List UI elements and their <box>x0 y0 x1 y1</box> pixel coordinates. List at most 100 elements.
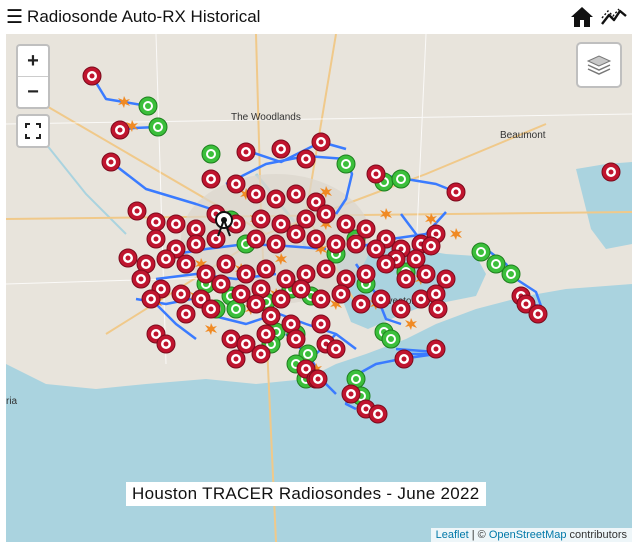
attribution-suffix: contributors <box>566 529 627 541</box>
launch-marker[interactable] <box>601 162 621 182</box>
launch-marker[interactable] <box>286 224 306 244</box>
launch-marker[interactable] <box>226 349 246 369</box>
launch-marker[interactable] <box>216 254 236 274</box>
launch-marker[interactable] <box>371 289 391 309</box>
launch-marker[interactable] <box>286 184 306 204</box>
launch-marker[interactable] <box>246 229 266 249</box>
osm-link[interactable]: OpenStreetMap <box>489 529 567 541</box>
launch-marker[interactable] <box>118 248 138 268</box>
launch-marker[interactable] <box>226 174 246 194</box>
launch-marker[interactable] <box>308 369 328 389</box>
zoom-out-button[interactable]: − <box>18 76 48 107</box>
launch-marker[interactable] <box>251 209 271 229</box>
layers-icon <box>586 55 612 75</box>
layers-button[interactable] <box>576 42 622 88</box>
landing-marker[interactable] <box>381 329 401 349</box>
launch-marker[interactable] <box>311 132 331 152</box>
launch-marker[interactable] <box>127 201 147 221</box>
landing-marker[interactable] <box>471 242 491 262</box>
launch-marker[interactable] <box>236 142 256 162</box>
landing-marker[interactable] <box>391 169 411 189</box>
launch-marker[interactable] <box>316 259 336 279</box>
zoom-control: + − <box>16 44 50 109</box>
launch-marker[interactable] <box>336 214 356 234</box>
launch-marker[interactable] <box>236 264 256 284</box>
launch-marker[interactable] <box>146 229 166 249</box>
launch-marker[interactable] <box>251 344 271 364</box>
launch-marker[interactable] <box>101 152 121 172</box>
launch-marker[interactable] <box>201 169 221 189</box>
launch-marker[interactable] <box>311 314 331 334</box>
attribution: Leaflet | © OpenStreetMap contributors <box>430 528 632 542</box>
launch-marker[interactable] <box>141 289 161 309</box>
launch-marker[interactable] <box>421 236 441 256</box>
launch-marker[interactable] <box>156 334 176 354</box>
launch-marker[interactable] <box>171 284 191 304</box>
launch-marker[interactable] <box>396 269 416 289</box>
launch-marker[interactable] <box>131 269 151 289</box>
launch-marker[interactable] <box>286 329 306 349</box>
launch-marker[interactable] <box>316 204 336 224</box>
launch-marker[interactable] <box>256 259 276 279</box>
launch-marker[interactable] <box>426 339 446 359</box>
launch-marker[interactable] <box>416 264 436 284</box>
launch-marker[interactable] <box>266 189 286 209</box>
fullscreen-icon <box>25 123 41 139</box>
zoom-in-button[interactable]: + <box>18 46 48 76</box>
launch-marker[interactable] <box>266 234 286 254</box>
launch-marker[interactable] <box>211 274 231 294</box>
launch-marker[interactable] <box>256 324 276 344</box>
launch-marker[interactable] <box>391 299 411 319</box>
fullscreen-button[interactable] <box>16 114 50 148</box>
launch-marker[interactable] <box>428 299 448 319</box>
launch-marker[interactable] <box>528 304 548 324</box>
launch-marker[interactable] <box>186 234 206 254</box>
map-view[interactable]: The Woodlands Beaumont Galveston ria + −… <box>6 34 632 542</box>
launch-marker[interactable] <box>446 182 466 202</box>
launch-marker[interactable] <box>394 349 414 369</box>
launch-marker[interactable] <box>246 184 266 204</box>
launch-marker[interactable] <box>271 139 291 159</box>
launch-marker[interactable] <box>356 264 376 284</box>
launch-marker[interactable] <box>201 299 221 319</box>
map-tiles: The Woodlands Beaumont Galveston ria <box>6 34 632 542</box>
app-header: ☰ Radiosonde Auto-RX Historical <box>0 0 638 34</box>
launch-marker[interactable] <box>366 164 386 184</box>
label-woodlands: The Woodlands <box>231 112 301 123</box>
launch-marker[interactable] <box>311 289 331 309</box>
launch-marker[interactable] <box>82 66 102 86</box>
app-title: Radiosonde Auto-RX Historical <box>27 7 261 26</box>
launch-marker[interactable] <box>176 254 196 274</box>
launch-marker[interactable] <box>306 229 326 249</box>
launch-marker[interactable] <box>146 212 166 232</box>
launch-marker[interactable] <box>296 149 316 169</box>
launch-marker[interactable] <box>326 234 346 254</box>
leaflet-link[interactable]: Leaflet <box>436 529 469 541</box>
landing-marker[interactable] <box>336 154 356 174</box>
launch-marker[interactable] <box>110 120 130 140</box>
launch-marker[interactable] <box>291 279 311 299</box>
launch-marker[interactable] <box>326 339 346 359</box>
launch-marker[interactable] <box>331 284 351 304</box>
launch-marker[interactable] <box>261 306 281 326</box>
launch-marker[interactable] <box>206 229 226 249</box>
map-caption: Houston TRACER Radiosondes - June 2022 <box>126 482 486 506</box>
launch-marker[interactable] <box>351 294 371 314</box>
landing-marker[interactable] <box>148 117 168 137</box>
label-tria: ria <box>6 396 18 407</box>
launch-marker[interactable] <box>156 249 176 269</box>
launch-marker[interactable] <box>166 214 186 234</box>
launch-marker[interactable] <box>341 384 361 404</box>
launch-marker[interactable] <box>376 254 396 274</box>
landing-marker[interactable] <box>138 96 158 116</box>
launch-marker[interactable] <box>176 304 196 324</box>
launch-marker[interactable] <box>346 234 366 254</box>
chart-line-icon[interactable] <box>600 6 628 28</box>
landing-marker[interactable] <box>201 144 221 164</box>
launch-marker[interactable] <box>246 294 266 314</box>
home-icon[interactable] <box>570 6 594 28</box>
landing-marker[interactable] <box>501 264 521 284</box>
menu-icon[interactable]: ☰ <box>6 8 23 27</box>
launch-marker[interactable] <box>368 404 388 424</box>
launch-marker[interactable] <box>271 289 291 309</box>
